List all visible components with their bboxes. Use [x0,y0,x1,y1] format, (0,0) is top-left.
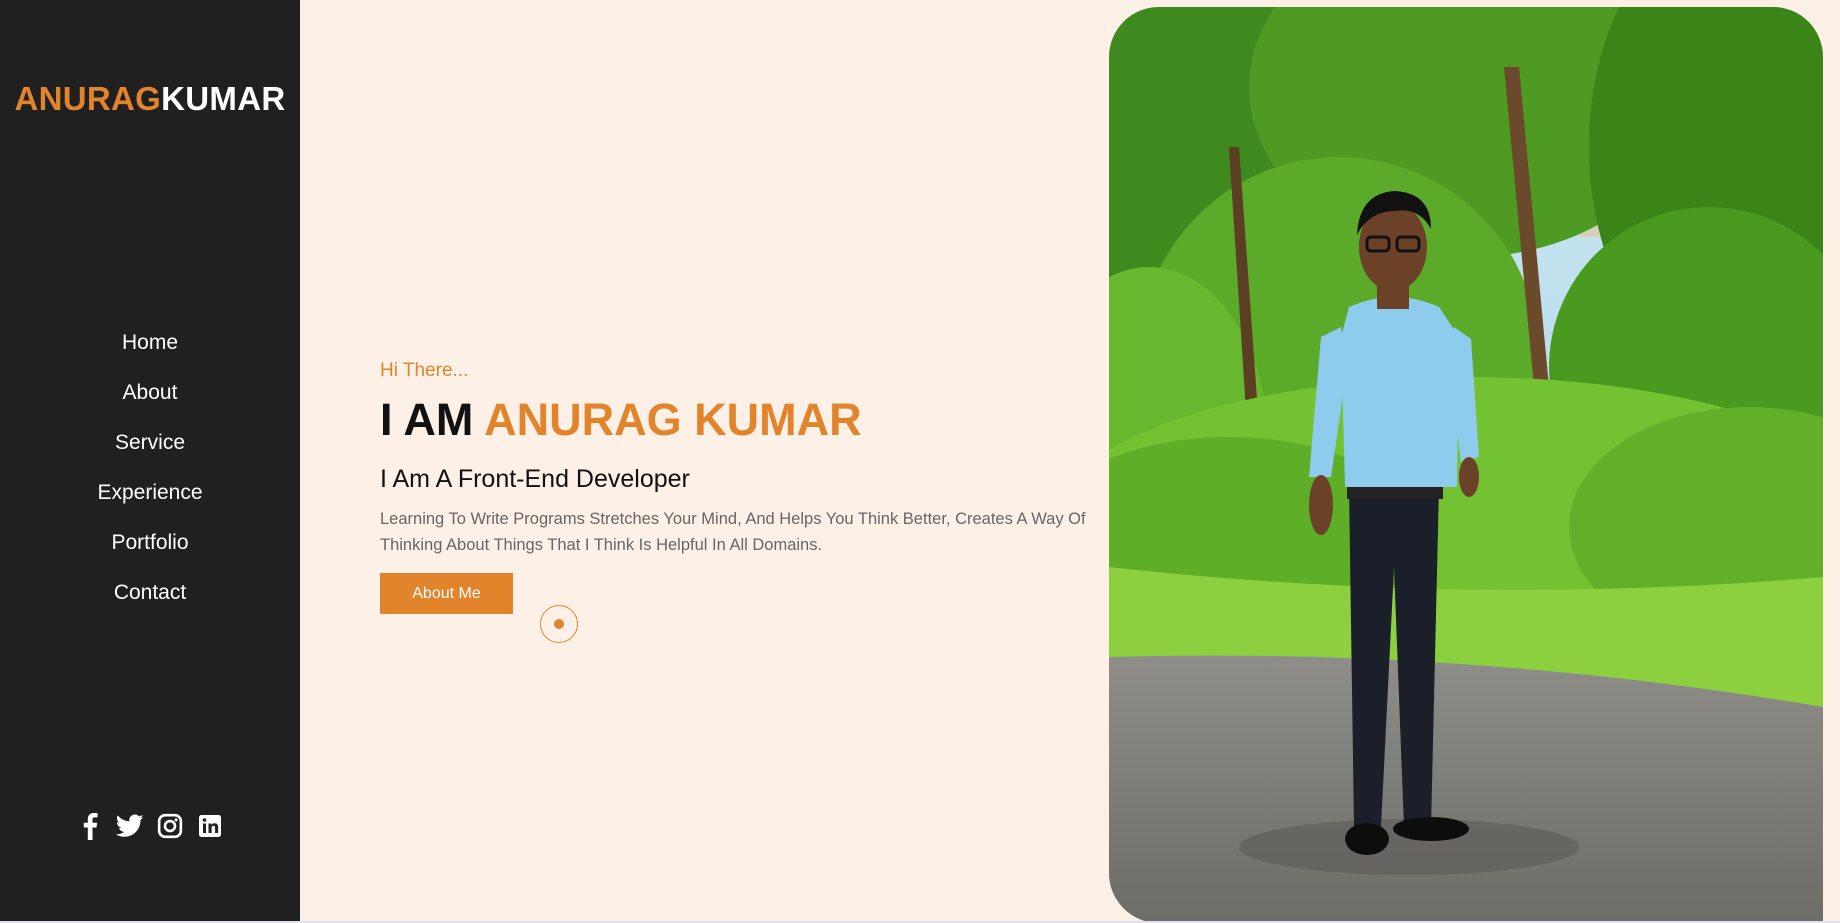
nav-link-home[interactable]: Home [122,331,178,354]
logo[interactable]: ANURAGKUMAR [0,80,300,118]
nav-item-service: Service [0,426,300,476]
nav-item-contact: Contact [0,576,300,626]
nav-item-portfolio: Portfolio [0,526,300,576]
hero-section: Hi There... I AM ANURAG KUMAR I Am A Fro… [380,0,1100,921]
profile-photo-illustration [1109,7,1823,923]
linkedin-icon[interactable] [196,812,224,840]
nav-item-about: About [0,376,300,426]
hero-headline: I AM ANURAG KUMAR [380,394,862,446]
hero-role: I Am A Front-End Developer [380,465,690,493]
nav-link-service[interactable]: Service [115,431,185,454]
instagram-icon[interactable] [156,812,184,840]
nav-item-home: Home [0,326,300,376]
hero-greeting: Hi There... [380,360,469,381]
scroll-indicator[interactable] [540,605,578,643]
headline-name: ANURAG KUMAR [484,394,862,445]
facebook-icon[interactable] [76,812,104,840]
page: ANURAGKUMAR Home About Service Experienc… [0,0,1840,923]
social-links [0,812,300,840]
nav-link-contact[interactable]: Contact [114,581,186,604]
hero-description: Learning To Write Programs Stretches You… [380,510,1086,554]
headline-prefix: I AM [380,394,474,445]
about-me-button[interactable]: About Me [380,573,513,614]
nav-item-experience: Experience [0,476,300,526]
scroll-indicator-dot [554,619,564,629]
sidebar: ANURAGKUMAR Home About Service Experienc… [0,0,300,921]
twitter-icon[interactable] [116,812,144,840]
nav-link-experience[interactable]: Experience [97,481,202,504]
logo-first-name: ANURAG [14,80,162,117]
logo-last-name: KUMAR [161,80,286,117]
profile-photo [1109,7,1823,923]
nav-link-about[interactable]: About [123,381,178,404]
nav-link-portfolio[interactable]: Portfolio [111,531,188,554]
sidebar-nav: Home About Service Experience Portfolio … [0,326,300,626]
